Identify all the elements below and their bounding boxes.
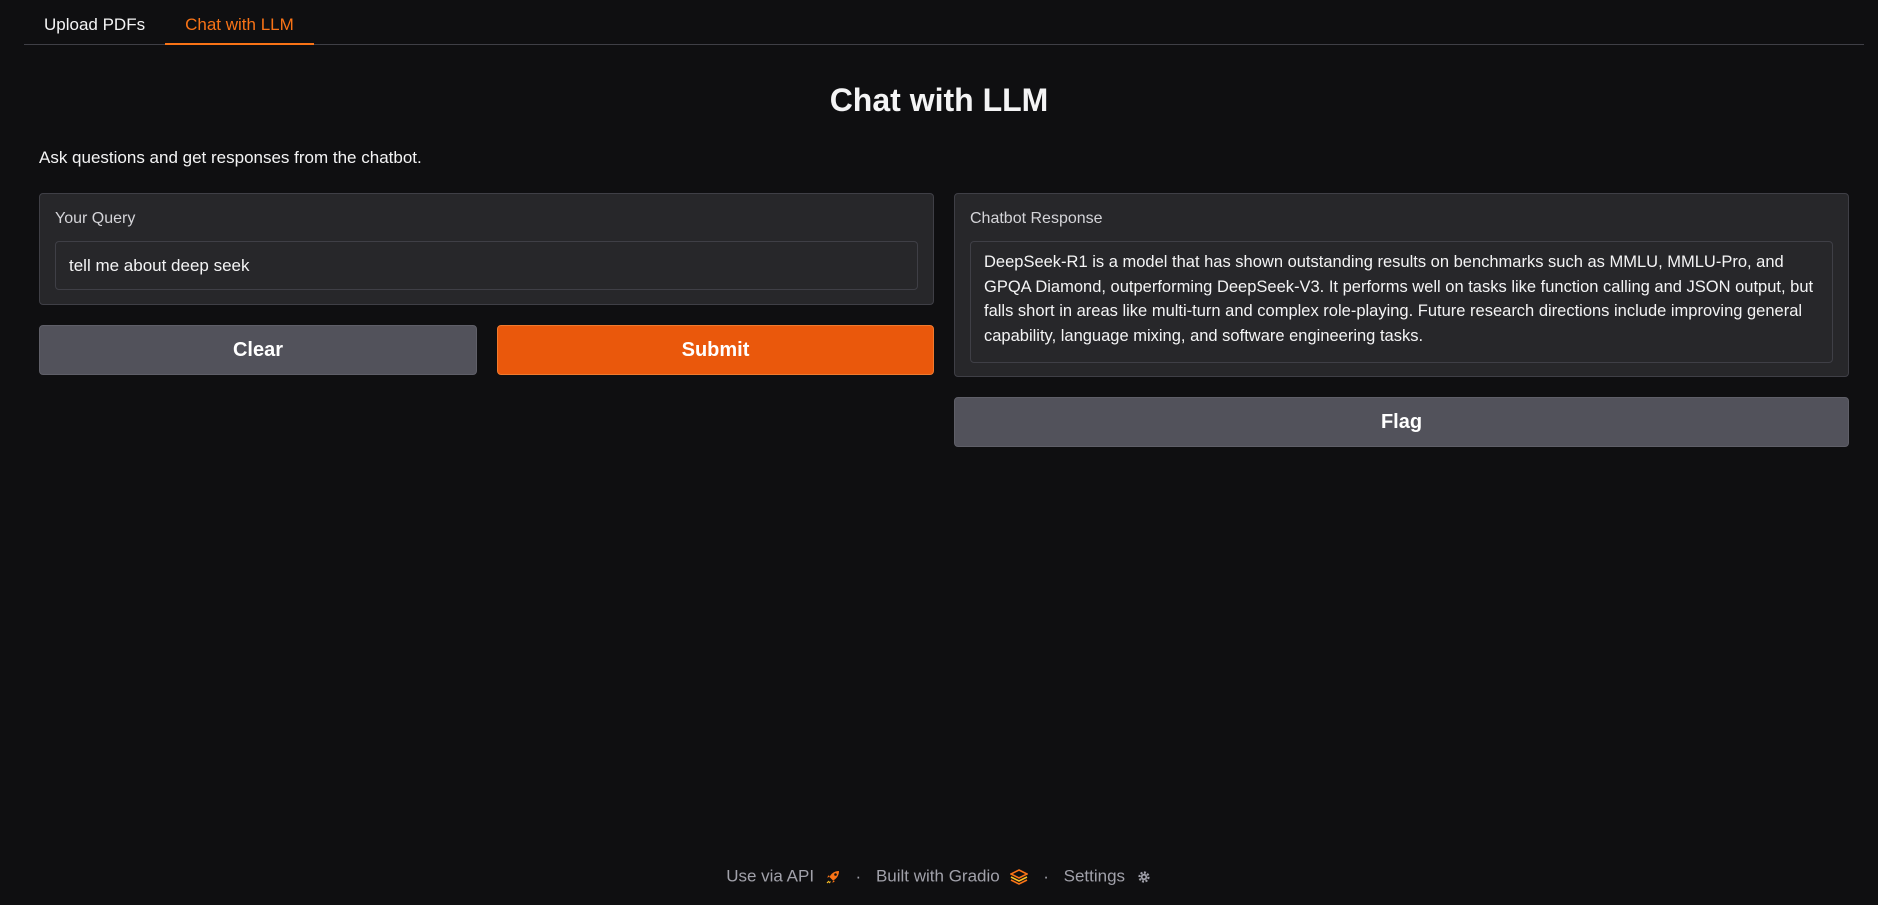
response-textbox[interactable]: DeepSeek-R1 is a model that has shown ou… [970,241,1833,363]
flag-button[interactable]: Flag [954,397,1849,447]
footer-separator: · [1043,866,1049,886]
response-panel: Chatbot Response DeepSeek-R1 is a model … [954,193,1849,377]
settings-label: Settings [1063,866,1126,886]
clear-button[interactable]: Clear [39,325,477,375]
tab-upload-pdfs[interactable]: Upload PDFs [24,0,165,44]
footer-separator: · [855,866,862,886]
built-with-gradio-label: Built with Gradio [875,866,1000,886]
gear-icon [1138,871,1150,883]
use-via-api-link[interactable]: Use via API [726,866,845,886]
page-description: Ask questions and get responses from the… [39,148,422,167]
tab-bar: Upload PDFs Chat with LLM [24,0,1864,45]
footer: Use via API · Built with Gradio · Settin… [0,866,1878,887]
rocket-icon [826,870,839,884]
gradio-logo-icon [1009,868,1030,885]
response-label: Chatbot Response [970,210,1103,227]
use-via-api-label: Use via API [726,866,815,886]
query-input[interactable] [55,241,918,290]
tab-chat-with-llm[interactable]: Chat with LLM [165,0,314,45]
query-label: Your Query [55,210,136,227]
built-with-gradio-link[interactable]: Built with Gradio [875,866,1033,886]
page-title: Chat with LLM [829,82,1049,118]
settings-link[interactable]: Settings [1063,866,1152,886]
query-panel: Your Query [39,193,934,305]
submit-button[interactable]: Submit [497,325,934,375]
